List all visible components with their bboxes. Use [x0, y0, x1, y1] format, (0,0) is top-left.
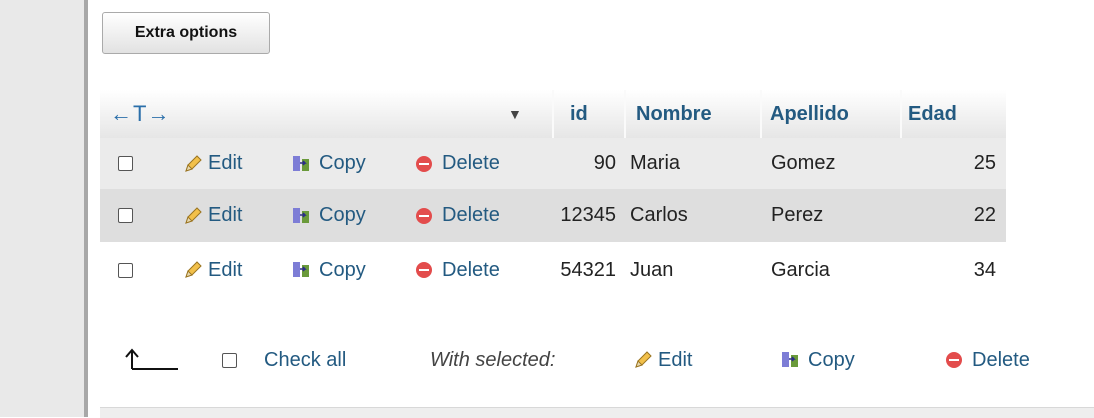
bulk-delete-label: Delete — [972, 348, 1030, 371]
with-selected-label: With selected: — [430, 348, 556, 371]
edit-link[interactable]: Edit — [182, 138, 242, 189]
panel-resize-handle[interactable] — [84, 0, 88, 417]
pencil-icon — [635, 351, 652, 368]
row-checkbox[interactable] — [118, 138, 133, 189]
row-checkbox[interactable] — [118, 242, 133, 298]
copy-icon — [293, 207, 309, 223]
cell-edad: 34 — [973, 258, 996, 281]
copy-icon — [293, 155, 309, 171]
delete-link[interactable]: Delete — [416, 242, 500, 298]
copy-label: Copy — [319, 258, 366, 281]
table-header-row: ←T→ ▼ id Nombre Apellido Edad — [100, 90, 1006, 138]
check-all-label[interactable]: Check all — [264, 338, 346, 382]
column-header-id[interactable]: id — [570, 90, 588, 138]
bottom-panel — [100, 407, 1094, 418]
cell-edad: 22 — [973, 204, 996, 226]
delete-icon — [946, 352, 962, 368]
bulk-edit-button[interactable]: Edit — [632, 338, 692, 382]
bulk-edit-label: Edit — [658, 348, 693, 371]
copy-label: Copy — [319, 204, 366, 226]
delete-label: Delete — [442, 204, 500, 226]
copy-label: Copy — [319, 152, 366, 174]
copy-icon — [293, 262, 309, 277]
column-separator — [760, 90, 762, 138]
column-separator — [624, 90, 626, 138]
cell-apellido: Perez — [771, 204, 824, 226]
column-header-edad[interactable]: Edad — [908, 90, 957, 138]
column-header-nombre[interactable]: Nombre — [636, 90, 712, 138]
pencil-icon — [185, 261, 202, 278]
bulk-delete-button[interactable]: Delete — [946, 338, 1030, 382]
delete-icon — [416, 262, 432, 278]
cell-nombre: Carlos — [630, 204, 688, 226]
column-resize-arrows[interactable]: ←T→ — [110, 90, 170, 138]
cell-nombre: Maria — [630, 152, 681, 174]
copy-link[interactable]: Copy — [291, 138, 366, 189]
delete-icon — [416, 207, 432, 224]
check-all-checkbox[interactable] — [222, 338, 237, 382]
edit-link[interactable]: Edit — [182, 242, 242, 298]
sort-icon[interactable]: ▼ — [508, 90, 522, 138]
table-row: Edit Copy Delete 54321 Juan Garcia 34 — [100, 242, 1006, 298]
bulk-copy-button[interactable]: Copy — [780, 338, 855, 382]
table-row: Edit Copy Delete 90 Maria Gomez 25 — [100, 138, 1006, 189]
cell-nombre: Juan — [630, 258, 674, 281]
delete-icon — [416, 155, 432, 172]
cell-edad: 25 — [973, 152, 996, 174]
bulk-copy-label: Copy — [808, 348, 855, 371]
table-row: Edit Copy Delete 12345 Carlos Perez 22 — [100, 189, 1006, 242]
column-header-apellido[interactable]: Apellido — [770, 90, 849, 138]
check-all-arrow-icon — [122, 338, 180, 382]
delete-label: Delete — [442, 258, 500, 281]
edit-link[interactable]: Edit — [182, 189, 242, 242]
copy-link[interactable]: Copy — [291, 189, 366, 242]
bulk-actions-bar: Check all With selected: Edit Copy Delet… — [100, 338, 1094, 382]
results-table: ←T→ ▼ id Nombre Apellido Edad Edit Copy … — [100, 90, 1006, 298]
cell-id: 90 — [593, 152, 616, 174]
column-separator — [552, 90, 554, 138]
pencil-icon — [185, 154, 202, 172]
delete-label: Delete — [442, 152, 500, 174]
left-navigation-panel — [0, 0, 84, 417]
edit-label: Edit — [208, 204, 243, 226]
copy-link[interactable]: Copy — [291, 242, 366, 298]
row-checkbox[interactable] — [118, 189, 133, 242]
delete-link[interactable]: Delete — [416, 138, 500, 189]
cell-id: 12345 — [560, 204, 616, 226]
edit-label: Edit — [208, 258, 243, 281]
pencil-icon — [185, 206, 202, 224]
edit-label: Edit — [208, 152, 243, 174]
cell-apellido: Gomez — [771, 152, 836, 174]
extra-options-button[interactable]: Extra options — [102, 12, 270, 54]
cell-apellido: Garcia — [771, 258, 830, 281]
copy-icon — [782, 352, 798, 367]
delete-link[interactable]: Delete — [416, 189, 500, 242]
cell-id: 54321 — [560, 258, 616, 281]
column-separator — [900, 90, 902, 138]
